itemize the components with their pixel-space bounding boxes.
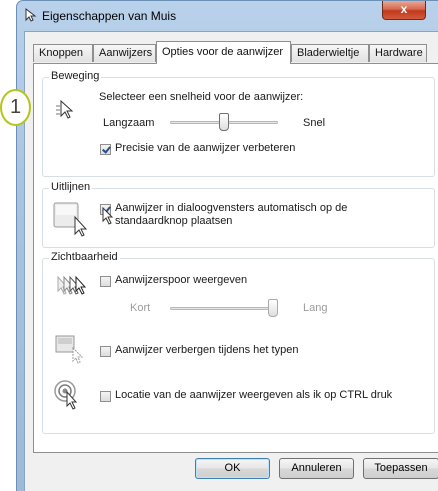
dialog-client: Knoppen Aanwijzers Opties voor de aanwij… bbox=[24, 31, 438, 491]
tab-aanwijzers[interactable]: Aanwijzers bbox=[93, 44, 156, 62]
visibility-group: Zichtbaarheid Aanwijzerspoor weergeven K… bbox=[42, 251, 435, 434]
hide-while-typing-icon bbox=[55, 335, 84, 364]
snap-to-label: Aanwijzer in dialoogvensters automatisch… bbox=[115, 202, 348, 227]
precision-checkbox[interactable] bbox=[100, 144, 111, 155]
tab-hardware[interactable]: Hardware bbox=[369, 44, 427, 62]
snap-to-default-icon bbox=[53, 202, 88, 237]
speed-fast-label: Snel bbox=[303, 117, 326, 129]
trail-length-slider-thumb[interactable] bbox=[268, 299, 278, 317]
precision-label: Precisie van de aanwijzer verbeteren bbox=[115, 142, 296, 154]
speed-slow-label: Langzaam bbox=[103, 117, 155, 129]
pointer-speed-icon bbox=[56, 99, 74, 119]
tab-bladerwieltje[interactable]: Bladerwieltje bbox=[291, 44, 369, 62]
apply-button[interactable]: Toepassen bbox=[363, 458, 438, 479]
step-number-badge: 1 bbox=[0, 89, 31, 126]
show-location-ctrl-checkbox[interactable] bbox=[100, 391, 111, 402]
motion-group-title: Beweging bbox=[49, 70, 102, 82]
trail-long-label: Lang bbox=[303, 302, 328, 314]
speed-slider-thumb[interactable] bbox=[219, 113, 229, 131]
cursor-arrow-icon bbox=[102, 207, 114, 225]
pointer-trails-label: Aanwijzerspoor weergeven bbox=[115, 274, 248, 286]
pointer-trails-icon bbox=[57, 275, 87, 295]
mouse-properties-window: Eigenschappen van Muis x Knoppen Aanwijz… bbox=[16, 0, 438, 491]
speed-prompt: Selecteer een snelheid voor de aanwijzer… bbox=[99, 91, 304, 103]
snap-to-group: Uitlijnen Aanwijzer in dialoogvensters a… bbox=[42, 181, 435, 248]
title-bar[interactable]: Eigenschappen van Muis x bbox=[17, 1, 438, 31]
hide-while-typing-checkbox[interactable] bbox=[100, 346, 111, 357]
window-title: Eigenschappen van Muis bbox=[42, 9, 177, 23]
show-location-ctrl-icon bbox=[54, 380, 78, 410]
mouse-pointer-icon bbox=[25, 7, 37, 22]
trail-short-label: Kort bbox=[130, 302, 151, 314]
show-location-ctrl-label: Locatie van de aanwijzer weergeven als i… bbox=[115, 389, 393, 401]
tab-knoppen[interactable]: Knoppen bbox=[33, 44, 93, 62]
pointer-options-panel: Beweging Selecteer een snelheid voor de … bbox=[33, 63, 438, 453]
cancel-button[interactable]: Annuleren bbox=[279, 458, 354, 479]
ok-button[interactable]: OK bbox=[195, 458, 270, 479]
close-button[interactable]: x bbox=[382, 1, 426, 20]
pointer-trails-checkbox[interactable] bbox=[100, 276, 111, 287]
hide-while-typing-label: Aanwijzer verbergen tijdens het typen bbox=[115, 344, 299, 356]
snap-to-group-title: Uitlijnen bbox=[49, 181, 93, 193]
motion-group: Beweging Selecteer een snelheid voor de … bbox=[42, 70, 435, 177]
visibility-group-title: Zichtbaarheid bbox=[49, 251, 120, 263]
tab-opties-aanwijzer[interactable]: Opties voor de aanwijzer bbox=[156, 41, 291, 64]
